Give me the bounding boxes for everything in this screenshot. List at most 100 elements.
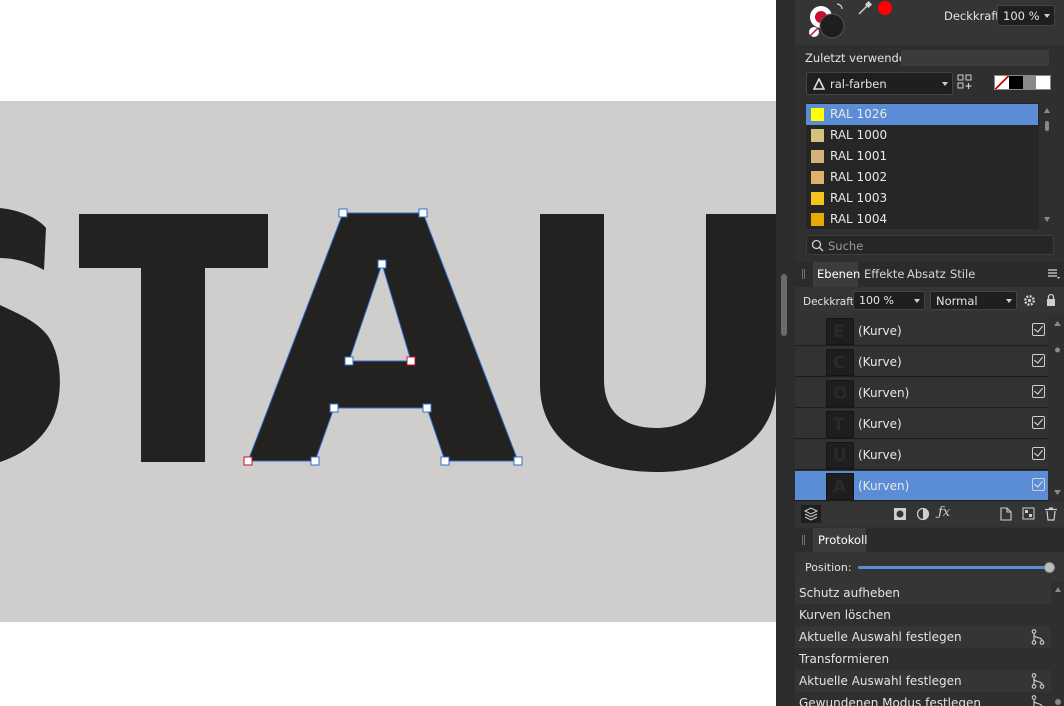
eyedropper-icon[interactable] — [857, 0, 873, 16]
layer-thumbnail: U — [826, 442, 854, 469]
swatch-strip[interactable] — [994, 75, 1051, 90]
history-entry-label: Kurven löschen — [799, 608, 891, 622]
layer-opacity-label: Deckkraft: — [803, 296, 858, 308]
panel-menu-icon[interactable] — [1048, 269, 1060, 279]
swatch-row[interactable]: RAL 1004 — [806, 209, 1038, 229]
layer-thumbnail-glyph: A — [833, 477, 847, 497]
layer-visibility-checkbox[interactable] — [1032, 354, 1045, 367]
swatch-chip — [811, 213, 824, 226]
layer-row[interactable]: C (Kurve) — [795, 347, 1048, 377]
swatch-row[interactable]: RAL 1002 — [806, 167, 1038, 188]
swatch-chip — [811, 150, 824, 163]
layer-name: (Kurve) — [858, 417, 902, 431]
swatch-row[interactable]: RAL 1000 — [806, 125, 1038, 146]
history-entry[interactable]: Transformieren — [795, 648, 1051, 670]
history-entry-label: Aktuelle Auswahl festlegen — [799, 630, 962, 644]
layer-name: (Kurve) — [858, 324, 902, 338]
canvas-scrollbar[interactable] — [776, 0, 795, 706]
layer-opacity-dropdown[interactable]: 100 % — [853, 291, 925, 310]
history-entry[interactable]: Gewundenen Modus festlegen — [795, 692, 1051, 706]
lock-icon[interactable] — [1046, 293, 1056, 307]
history-entry[interactable]: Aktuelle Auswahl festlegen — [795, 670, 1051, 692]
swatch-chip — [811, 129, 824, 142]
layer-visibility-checkbox[interactable] — [1032, 385, 1045, 398]
canvas-scroll-thumb[interactable] — [781, 274, 787, 336]
layer-visibility-checkbox[interactable] — [1032, 323, 1045, 336]
trash-icon[interactable] — [1045, 507, 1057, 521]
layers-bottom-toolbar: ƒx — [795, 502, 1064, 527]
fx-icon[interactable]: ƒx — [938, 505, 950, 520]
history-entry[interactable]: Aktuelle Auswahl festlegen — [795, 626, 1051, 648]
white-swatch[interactable] — [1036, 76, 1050, 89]
panel-grip-icon[interactable] — [802, 535, 805, 545]
app-window: Deckkraft: 100 % Zuletzt verwendet: ral-… — [0, 0, 1064, 706]
swatch-chip — [811, 108, 824, 121]
panel-grip-icon[interactable] — [802, 269, 805, 279]
black-swatch[interactable] — [1008, 76, 1023, 89]
swatch-search-input[interactable]: Suche — [806, 235, 1054, 255]
swatch-name: RAL 1001 — [830, 149, 888, 163]
layer-visibility-checkbox[interactable] — [1032, 478, 1045, 491]
recent-colors-label: Zuletzt verwendet: — [805, 51, 915, 65]
new-document-icon[interactable] — [1000, 507, 1012, 521]
layer-row[interactable]: A (Kurven) — [795, 471, 1048, 501]
swatch-name: RAL 1003 — [830, 191, 888, 205]
palette-dropdown[interactable]: ral-farben — [806, 72, 953, 95]
add-grid-icon[interactable] — [957, 74, 973, 90]
swatch-row[interactable]: RAL 1001 — [806, 146, 1038, 167]
history-entry-label: Gewundenen Modus festlegen — [799, 696, 981, 706]
tab-stile[interactable]: Stile — [950, 267, 975, 281]
history-entry[interactable]: Schutz aufheben — [795, 582, 1051, 604]
palette-name: ral-farben — [830, 77, 887, 91]
layer-row[interactable]: T (Kurve) — [795, 409, 1048, 439]
swatch-chip — [811, 192, 824, 205]
search-placeholder: Suche — [828, 239, 864, 253]
layers-stack-icon[interactable] — [801, 505, 821, 523]
swatch-name: RAL 1000 — [830, 128, 888, 142]
layer-visibility-checkbox[interactable] — [1032, 416, 1045, 429]
recent-colors-area[interactable] — [901, 50, 1049, 66]
tab-absatz[interactable]: Absatz — [907, 267, 946, 281]
chevron-down-icon — [914, 299, 920, 303]
swatch-list: RAL 1026 RAL 1000 RAL 1001 RAL 1002 RAL 1003… — [806, 103, 1039, 229]
layer-thumbnail-glyph: O — [833, 384, 848, 404]
fill-stroke-icon[interactable] — [807, 2, 847, 40]
layer-row[interactable]: U (Kurve) — [795, 440, 1048, 470]
layer-thumbnail-glyph: E — [833, 322, 845, 342]
opacity-value: 100 % — [1003, 9, 1040, 23]
layer-thumbnail: A — [826, 473, 854, 500]
current-color-dot[interactable] — [877, 0, 893, 16]
design-canvas[interactable] — [0, 0, 776, 706]
swatch-name: RAL 1002 — [830, 170, 888, 184]
chevron-down-icon — [1006, 299, 1012, 303]
chevron-down-icon — [1044, 14, 1050, 18]
swatch-list-scrollbar[interactable] — [1040, 103, 1054, 229]
position-slider-knob[interactable] — [1044, 562, 1055, 573]
opacity-dropdown[interactable]: 100 % — [997, 5, 1055, 26]
tab-label-ebenen: Ebenen — [817, 267, 861, 281]
swatch-row[interactable]: RAL 1003 — [806, 188, 1038, 209]
layer-thumbnail-glyph: U — [833, 446, 847, 466]
history-scrollbar[interactable] — [1052, 582, 1064, 706]
position-slider-track[interactable] — [858, 566, 1050, 569]
layer-row[interactable]: O (Kurven) — [795, 378, 1048, 408]
layer-row[interactable]: E (Kurve) — [795, 316, 1048, 346]
layer-visibility-checkbox[interactable] — [1032, 447, 1045, 460]
blend-mode-dropdown[interactable]: Normal — [930, 291, 1017, 310]
history-position-bar: Position: — [795, 552, 1064, 582]
chevron-down-icon — [942, 82, 948, 86]
gray-swatch[interactable] — [1022, 76, 1037, 89]
no-color-swatch[interactable] — [995, 76, 1009, 89]
mask-icon[interactable] — [893, 507, 907, 521]
tab-effekte[interactable]: Effekte — [864, 267, 905, 281]
history-entry[interactable]: Kurven löschen — [795, 604, 1051, 626]
history-entry-label: Schutz aufheben — [799, 586, 901, 600]
color-panel-header: Deckkraft: 100 % — [795, 0, 1064, 45]
layers-scrollbar[interactable] — [1051, 316, 1064, 502]
swatch-row[interactable]: RAL 1026 — [806, 104, 1038, 125]
layer-name: (Kurve) — [858, 355, 902, 369]
group-icon[interactable] — [1022, 507, 1035, 520]
gear-icon[interactable] — [1023, 294, 1036, 307]
adjustment-icon[interactable] — [916, 507, 930, 521]
studio-panel: Deckkraft: 100 % Zuletzt verwendet: ral-… — [795, 0, 1064, 706]
